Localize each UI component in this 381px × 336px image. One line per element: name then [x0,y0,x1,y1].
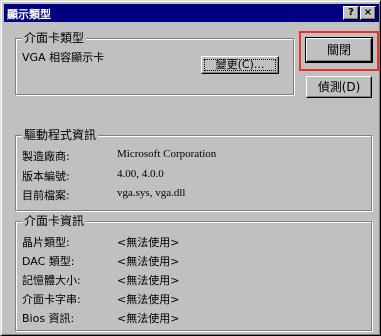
adapter-label-string: 介面卡字串: [22,293,81,306]
adapter-label-bios: Bios 資訊: [22,312,75,325]
driver-label-version: 版本編號: [22,170,70,183]
change-button[interactable]: 變更(C)... [201,56,279,74]
adapter-info-group: 介面卡資訊 晶片類型: <無法使用> DAC 類型: <無法使用> 記憶體大小:… [15,213,372,331]
change-button-label: 變更(C)... [215,58,265,71]
driver-info-title: 驅動程式資訊 [22,127,99,143]
adapter-info-title: 介面卡資訊 [22,213,87,229]
highlight-box [299,31,379,71]
driver-info-group: 驅動程式資訊 製造廠商: Microsoft Corporation 版本編號:… [15,127,372,211]
adapter-value-dac: <無法使用> [117,255,180,268]
adapter-value-chip: <無法使用> [117,236,180,249]
driver-label-manufacturer: 製造廠商: [22,150,70,163]
adapter-label-memory: 記憶體大小: [22,274,81,287]
help-button[interactable]: ? [343,6,359,20]
display-type-dialog: 顯示類型 ? × 介面卡類型 VGA 相容顯示卡 變更(C)... 關閉 偵測(… [0,0,381,336]
adapter-name: VGA 相容顯示卡 [22,51,105,64]
adapter-label-dac: DAC 類型: [22,255,75,268]
window-title: 顯示類型 [7,8,51,21]
detect-button[interactable]: 偵測(D) [306,76,372,98]
close-icon[interactable]: × [360,6,376,20]
adapter-type-title: 介面卡類型 [22,30,87,46]
driver-value-files: vga.sys, vga.dll [117,187,186,199]
adapter-value-string: <無法使用> [117,293,180,306]
adapter-label-chip: 晶片類型: [22,236,70,249]
driver-value-version: 4.00, 4.0.0 [117,168,164,180]
driver-value-manufacturer: Microsoft Corporation [117,148,217,160]
adapter-type-group: 介面卡類型 VGA 相容顯示卡 變更(C)... [15,30,294,95]
title-bar[interactable]: 顯示類型 ? × [4,4,379,22]
driver-label-files: 目前檔案: [22,189,70,202]
detect-button-label: 偵測(D) [317,80,361,94]
adapter-value-memory: <無法使用> [117,274,180,287]
adapter-value-bios: <無法使用> [117,312,180,325]
